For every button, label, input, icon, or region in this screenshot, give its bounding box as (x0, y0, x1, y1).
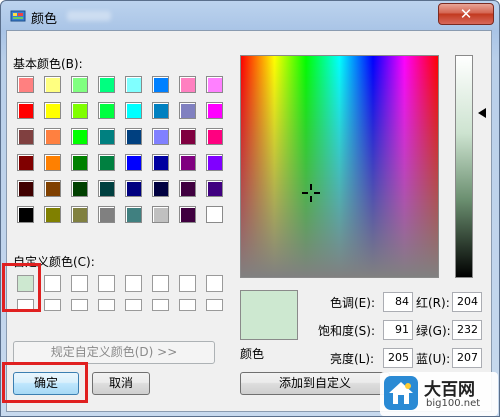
basic-color-swatch[interactable] (44, 180, 61, 197)
custom-selection-highlight (2, 263, 41, 312)
basic-color-swatch[interactable] (152, 154, 169, 171)
custom-color-slot[interactable] (152, 299, 169, 311)
basic-color-swatch[interactable] (179, 154, 196, 171)
basic-color-swatch[interactable] (152, 76, 169, 93)
saturation-label: 饱和度(S): (318, 324, 376, 338)
luminance-label: 亮度(L): (330, 352, 375, 366)
basic-color-swatch[interactable] (152, 102, 169, 119)
basic-color-swatch[interactable] (125, 180, 142, 197)
basic-color-swatch[interactable] (17, 128, 34, 145)
add-to-custom-colors-button[interactable]: 添加到自定义 (240, 372, 390, 395)
red-label: 红(R): (416, 296, 450, 310)
basic-color-swatch[interactable] (206, 128, 223, 145)
watermark: 大百网 big100.net (380, 372, 498, 416)
basic-color-swatch[interactable] (71, 180, 88, 197)
close-icon: ✕ (459, 5, 473, 23)
basic-color-swatch[interactable] (179, 180, 196, 197)
green-label: 绿(G): (416, 324, 451, 338)
color-solid-label: 颜色 (240, 347, 265, 361)
color-spectrum[interactable] (240, 55, 439, 278)
basic-color-swatch[interactable] (152, 180, 169, 197)
custom-color-slot[interactable] (179, 275, 196, 292)
basic-color-swatch[interactable] (125, 154, 142, 171)
custom-color-slot[interactable] (71, 299, 88, 311)
title-bar[interactable]: 颜色 ✕ (1, 1, 500, 31)
red-field[interactable]: 204 (452, 292, 482, 312)
basic-color-swatch[interactable] (17, 154, 34, 171)
basic-color-swatch[interactable] (179, 102, 196, 119)
luminance-slider-arrow[interactable] (478, 108, 486, 118)
basic-color-swatch[interactable] (44, 206, 61, 223)
saturation-field[interactable]: 91 (383, 320, 413, 340)
define-custom-colors-button[interactable]: 规定自定义颜色(D) >> (13, 341, 215, 364)
basic-color-swatch[interactable] (125, 76, 142, 93)
title-blur (67, 11, 111, 21)
watermark-url: big100.net (426, 398, 481, 409)
green-field[interactable]: 232 (452, 320, 482, 340)
basic-color-swatch[interactable] (206, 206, 223, 223)
basic-color-swatch[interactable] (44, 154, 61, 171)
basic-color-swatch[interactable] (98, 206, 115, 223)
basic-colors-label: 基本颜色(B): (13, 57, 83, 71)
hue-label: 色调(E): (330, 296, 375, 310)
basic-color-swatch[interactable] (98, 180, 115, 197)
color-preview (240, 290, 298, 340)
basic-color-swatch[interactable] (98, 76, 115, 93)
basic-color-swatch[interactable] (206, 180, 223, 197)
basic-color-swatch[interactable] (206, 102, 223, 119)
luminance-field[interactable]: 205 (383, 348, 413, 368)
basic-color-swatch[interactable] (179, 128, 196, 145)
basic-color-swatch[interactable] (98, 154, 115, 171)
close-button[interactable]: ✕ (438, 3, 494, 25)
basic-color-swatch[interactable] (44, 128, 61, 145)
basic-color-swatch[interactable] (125, 206, 142, 223)
luminance-bar[interactable] (455, 55, 473, 278)
blue-field[interactable]: 207 (452, 348, 482, 368)
basic-color-swatch[interactable] (179, 206, 196, 223)
custom-color-slot[interactable] (71, 275, 88, 292)
custom-color-slot[interactable] (179, 299, 196, 311)
custom-color-slot[interactable] (206, 275, 223, 292)
custom-color-slot[interactable] (98, 275, 115, 292)
custom-color-slot[interactable] (44, 275, 61, 292)
basic-color-swatch[interactable] (71, 102, 88, 119)
basic-color-swatch[interactable] (71, 128, 88, 145)
house-logo-icon (384, 376, 418, 410)
basic-color-swatch[interactable] (206, 154, 223, 171)
custom-color-slot[interactable] (125, 299, 142, 311)
cancel-button[interactable]: 取消 (92, 372, 150, 395)
basic-color-swatch[interactable] (71, 206, 88, 223)
blue-label: 蓝(U): (416, 352, 451, 366)
basic-color-swatch[interactable] (152, 128, 169, 145)
palette-icon (10, 10, 26, 22)
basic-color-swatch[interactable] (17, 206, 34, 223)
custom-color-slot[interactable] (152, 275, 169, 292)
basic-color-swatch[interactable] (71, 154, 88, 171)
basic-color-swatch[interactable] (206, 76, 223, 93)
hue-field[interactable]: 84 (383, 292, 413, 312)
custom-color-slot[interactable] (98, 299, 115, 311)
crosshair-icon (302, 184, 320, 202)
basic-color-swatch[interactable] (17, 180, 34, 197)
basic-color-swatch[interactable] (179, 76, 196, 93)
basic-color-swatch[interactable] (44, 76, 61, 93)
basic-color-swatch[interactable] (98, 128, 115, 145)
window-title: 颜色 (31, 12, 58, 27)
custom-color-slot[interactable] (44, 299, 61, 311)
basic-color-swatch[interactable] (125, 102, 142, 119)
basic-color-swatch[interactable] (17, 102, 34, 119)
ok-highlight (2, 362, 88, 403)
watermark-title: 大百网 (424, 380, 475, 400)
basic-color-swatch[interactable] (44, 102, 61, 119)
basic-color-swatch[interactable] (71, 76, 88, 93)
custom-color-slot[interactable] (125, 275, 142, 292)
basic-color-swatch[interactable] (152, 206, 169, 223)
basic-color-swatch[interactable] (17, 76, 34, 93)
basic-color-swatch[interactable] (125, 128, 142, 145)
basic-color-swatch[interactable] (98, 102, 115, 119)
custom-color-slot[interactable] (206, 299, 223, 311)
